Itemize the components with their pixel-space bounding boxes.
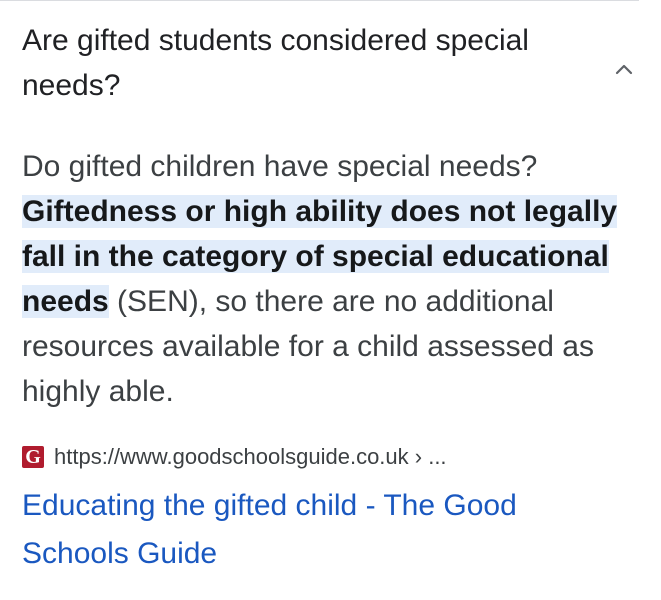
site-favicon-icon: G xyxy=(22,446,44,468)
result-title-link[interactable]: Educating the gifted child - The Good Sc… xyxy=(22,482,622,578)
answer-snippet: Do gifted children have special needs? G… xyxy=(22,144,622,414)
chevron-up-icon[interactable] xyxy=(613,58,635,80)
source-line[interactable]: G https://www.goodschoolsguide.co.uk › .… xyxy=(22,444,447,470)
faq-question-toggle[interactable]: Are gifted students considered special n… xyxy=(22,18,639,108)
faq-question: Are gifted students considered special n… xyxy=(22,24,529,102)
answer-rest: (SEN), so there are no additional resour… xyxy=(22,285,594,408)
top-divider xyxy=(0,0,639,1)
source-url[interactable]: https://www.goodschoolsguide.co.uk › ... xyxy=(54,444,447,470)
answer-lead: Do gifted children have special needs? xyxy=(22,150,538,183)
